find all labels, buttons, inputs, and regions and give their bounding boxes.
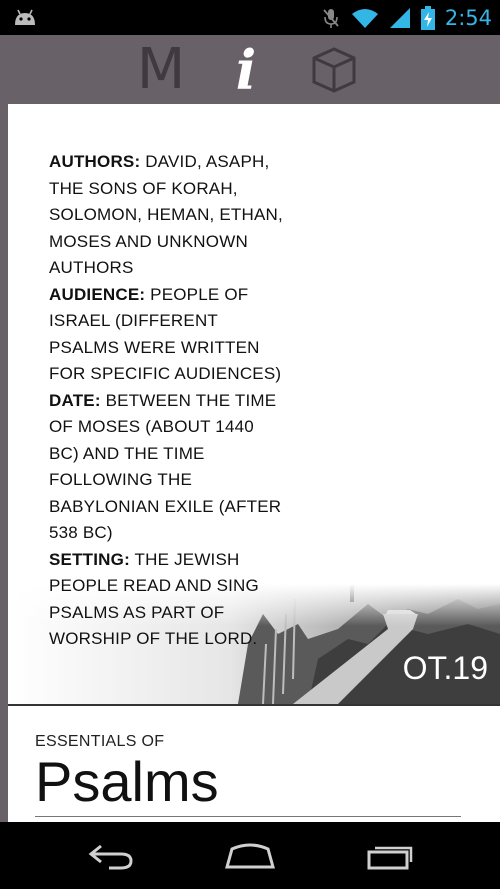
battery-charging-icon [420, 5, 435, 30]
signal-icon [389, 7, 410, 28]
status-bar: 2:54 [0, 0, 500, 35]
mute-icon [323, 8, 339, 28]
recent-apps-icon [367, 846, 413, 870]
info-tab-button[interactable]: i [228, 35, 264, 104]
cube-icon [312, 46, 356, 93]
book-info-text: AUTHORS: DAVID, ASAPH, THE SONS OF KORAH… [49, 149, 284, 653]
wifi-icon [351, 8, 378, 28]
setting-label: SETTING: [49, 549, 130, 569]
authors-label: AUTHORS: [49, 152, 141, 171]
home-icon [225, 843, 275, 869]
back-icon [88, 844, 133, 870]
home-button[interactable] [220, 836, 280, 876]
recent-apps-button[interactable] [360, 836, 420, 876]
date-text: BETWEEN THE TIME OF MOSES (ABOUT 1440 BC… [49, 390, 282, 543]
navigation-bar [0, 822, 500, 889]
date-label: DATE: [49, 390, 101, 410]
cube-tab-button[interactable] [306, 35, 362, 104]
book-title: Psalms [35, 750, 219, 813]
clock: 2:54 [444, 5, 492, 30]
chapter-badge: OT.19 [402, 650, 488, 686]
title-underline [35, 816, 461, 817]
m-tab-button[interactable]: M [130, 35, 192, 104]
top-toolbar: M i [0, 35, 500, 104]
book-info-page: AUTHORS: DAVID, ASAPH, THE SONS OF KORAH… [8, 104, 500, 822]
audience-label: AUDIENCE: [49, 284, 146, 304]
content-area: AUTHORS: DAVID, ASAPH, THE SONS OF KORAH… [0, 104, 500, 822]
android-icon [15, 9, 35, 25]
section-divider [8, 704, 500, 706]
back-button[interactable] [81, 836, 141, 876]
